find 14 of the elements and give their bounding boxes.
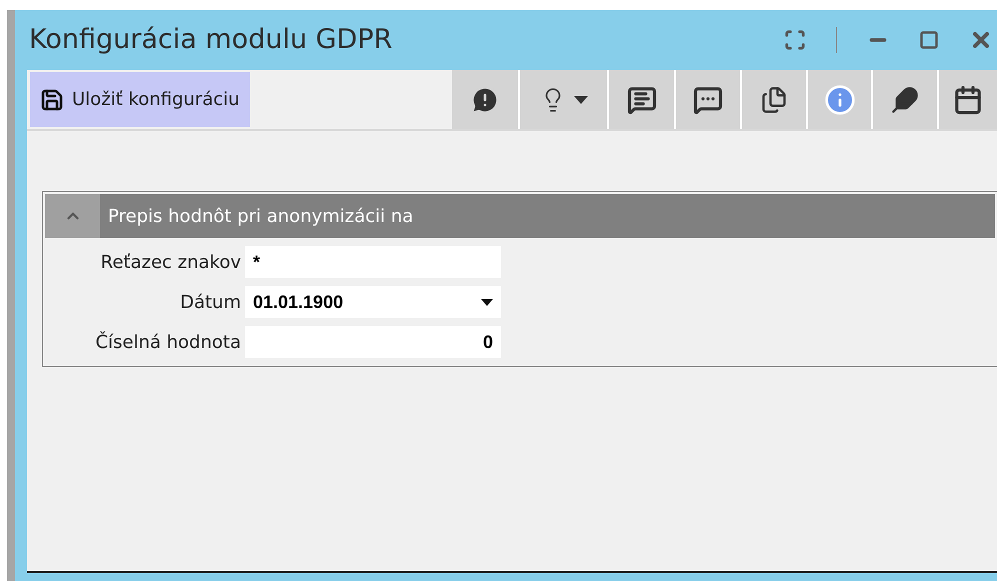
number-field[interactable]: 0 [245,326,501,358]
dropdown-caret-icon [481,298,493,306]
date-field[interactable]: 01.01.1900 [245,286,501,318]
section-title: Prepis hodnôt pri anonymizácii na [107,204,414,228]
caret-icon [574,96,588,104]
window-title: Konfigurácia modulu GDPR [28,22,392,57]
save-button[interactable]: Uložiť konfiguráciu [30,72,250,127]
fullscreen-icon[interactable] [784,29,806,51]
section-header[interactable]: Prepis hodnôt pri anonymizácii na [45,194,995,238]
field-label: Číselná hodnota [94,330,242,354]
text-field[interactable]: * [245,246,501,278]
maximize-icon[interactable] [919,30,939,50]
field-label: Dátum [179,290,242,314]
field-label: Reťazec znakov [100,250,242,274]
